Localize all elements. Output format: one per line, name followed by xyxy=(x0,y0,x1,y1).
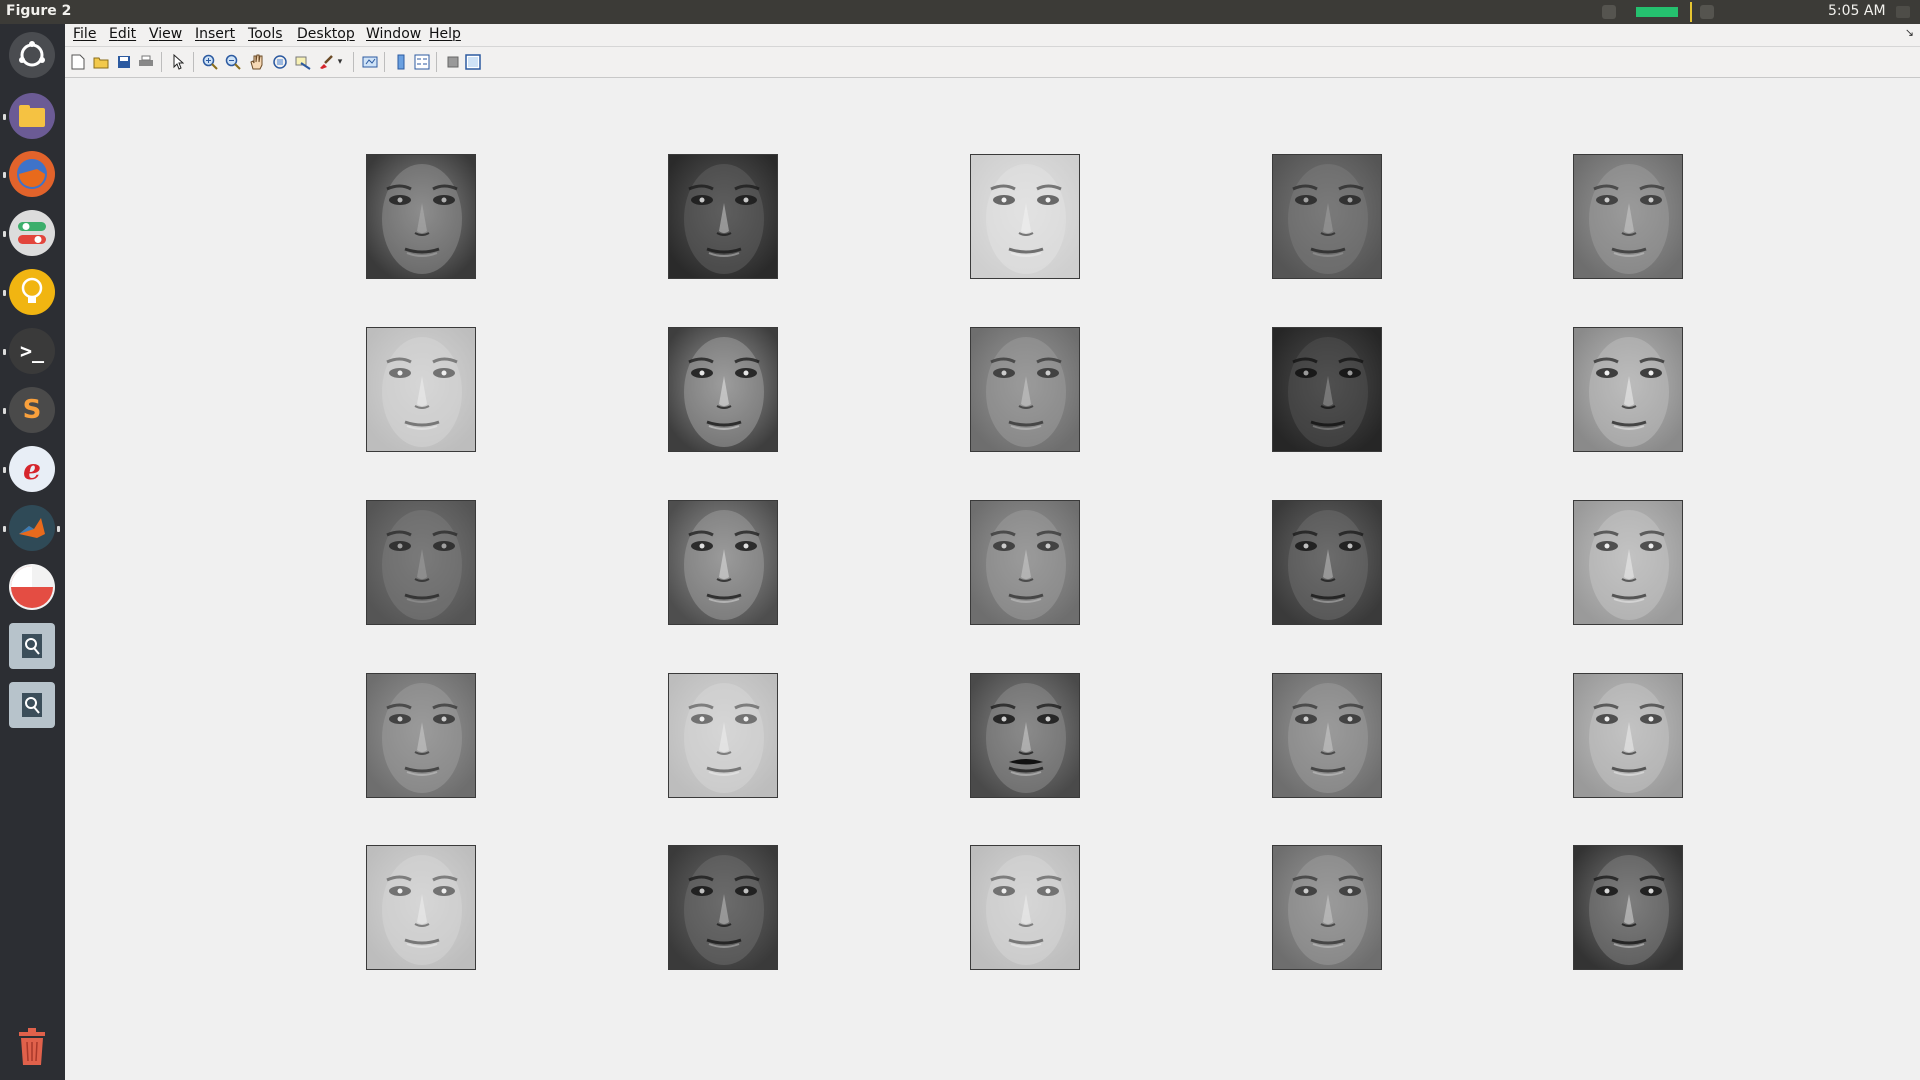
face-image xyxy=(1272,845,1382,970)
face-image xyxy=(1573,673,1683,798)
system-indicators[interactable] xyxy=(1596,0,1718,24)
face-image xyxy=(366,500,476,625)
face-image xyxy=(668,500,778,625)
face-image xyxy=(668,327,778,452)
edit-plot-icon[interactable] xyxy=(169,53,187,71)
battery-indicator[interactable] xyxy=(1636,7,1678,17)
matlab-icon[interactable] xyxy=(9,505,55,551)
toolbar-separator xyxy=(436,52,437,72)
toolbar-separator xyxy=(161,52,162,72)
running-indicator xyxy=(3,231,6,237)
menu-bar: File Edit View Insert Tools Desktop Wind… xyxy=(65,24,1920,47)
volume-icon[interactable] xyxy=(1700,5,1714,19)
network-icon[interactable] xyxy=(1602,5,1616,19)
ubuntu-dash-icon[interactable] xyxy=(9,32,55,78)
menu-help[interactable]: Help xyxy=(429,26,461,42)
new-figure-icon[interactable] xyxy=(69,53,87,71)
session-icon[interactable] xyxy=(1896,6,1910,18)
idea-bulb-icon[interactable] xyxy=(9,269,55,315)
brush-icon[interactable] xyxy=(317,53,335,71)
face-image xyxy=(970,327,1080,452)
running-indicator xyxy=(3,526,6,532)
menu-insert[interactable]: Insert xyxy=(195,26,235,42)
system-top-bar: Figure 2 5:05 AM xyxy=(0,0,1920,24)
window-title: Figure 2 xyxy=(6,3,72,19)
running-indicator xyxy=(3,172,6,178)
face-image xyxy=(668,845,778,970)
running-indicator xyxy=(3,114,6,120)
face-image xyxy=(1573,500,1683,625)
face-image xyxy=(1272,327,1382,452)
face-image xyxy=(366,673,476,798)
data-cursor-icon[interactable] xyxy=(294,53,312,71)
menu-file[interactable]: File xyxy=(73,26,96,42)
terminal-icon[interactable]: >_ xyxy=(9,328,55,374)
toolbar-separator xyxy=(384,52,385,72)
face-image xyxy=(970,154,1080,279)
launcher: >_ S e xyxy=(0,24,65,1080)
toolbar-separator xyxy=(193,52,194,72)
zoom-out-icon[interactable] xyxy=(224,53,242,71)
indicator-separator xyxy=(1690,2,1692,22)
insert-colorbar-icon[interactable] xyxy=(392,53,410,71)
running-indicator xyxy=(3,467,6,473)
face-image xyxy=(970,673,1080,798)
pan-icon[interactable] xyxy=(248,53,266,71)
face-image xyxy=(1573,154,1683,279)
clock[interactable]: 5:05 AM xyxy=(1828,3,1886,19)
print-icon[interactable] xyxy=(137,53,155,71)
active-indicator xyxy=(57,526,60,532)
menu-desktop[interactable]: Desktop xyxy=(297,26,355,42)
rotate-3d-icon[interactable] xyxy=(271,53,289,71)
app-icon[interactable] xyxy=(9,682,55,728)
app-icon[interactable] xyxy=(9,623,55,669)
running-indicator xyxy=(3,290,6,296)
hide-plot-tools-icon[interactable] xyxy=(444,53,462,71)
firefox-icon[interactable] xyxy=(9,151,55,197)
face-image xyxy=(1272,673,1382,798)
menu-tools[interactable]: Tools xyxy=(248,26,283,42)
trash-icon[interactable] xyxy=(9,1024,55,1070)
menu-window[interactable]: Window xyxy=(366,26,421,42)
dock-arrow-icon[interactable]: ↘ xyxy=(1905,26,1914,39)
face-image xyxy=(1573,845,1683,970)
toolbar-separator xyxy=(353,52,354,72)
settings-toggle-icon[interactable] xyxy=(9,210,55,256)
save-icon[interactable] xyxy=(115,53,133,71)
text-editor-icon[interactable]: e xyxy=(9,446,55,492)
running-indicator xyxy=(3,349,6,355)
link-plot-icon[interactable] xyxy=(361,53,379,71)
face-image xyxy=(1573,327,1683,452)
show-plot-tools-icon[interactable] xyxy=(464,53,482,71)
figure-canvas[interactable] xyxy=(65,78,1920,1080)
face-image xyxy=(1272,500,1382,625)
open-file-icon[interactable] xyxy=(92,53,110,71)
insert-legend-icon[interactable] xyxy=(413,53,431,71)
files-icon[interactable] xyxy=(9,93,55,139)
face-image xyxy=(1272,154,1382,279)
face-image xyxy=(970,845,1080,970)
menu-edit[interactable]: Edit xyxy=(109,26,136,42)
face-image xyxy=(366,154,476,279)
brush-dropdown-icon[interactable]: ▾ xyxy=(335,53,345,71)
face-image xyxy=(366,327,476,452)
zoom-in-icon[interactable] xyxy=(201,53,219,71)
figure-toolbar: ▾ xyxy=(65,47,1920,78)
disk-usage-icon[interactable] xyxy=(9,564,55,610)
menu-view[interactable]: View xyxy=(149,26,182,42)
face-image xyxy=(668,673,778,798)
running-indicator xyxy=(3,408,6,414)
face-image xyxy=(366,845,476,970)
sublime-text-icon[interactable]: S xyxy=(9,387,55,433)
face-image xyxy=(970,500,1080,625)
face-image xyxy=(668,154,778,279)
